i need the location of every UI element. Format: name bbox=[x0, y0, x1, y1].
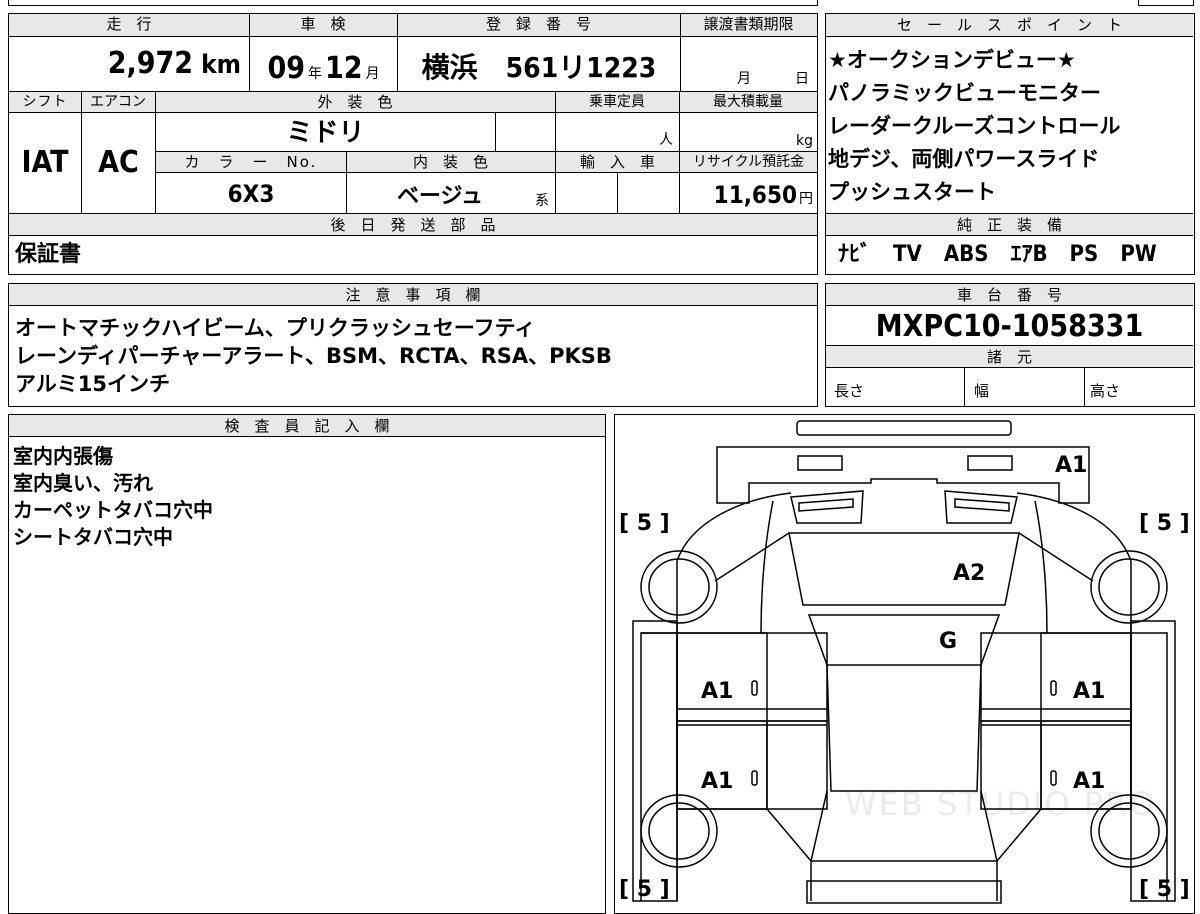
tire-rear-left-tread: [ 5 ] bbox=[619, 877, 670, 902]
top-strip-right bbox=[1138, 0, 1194, 6]
specs-header: 諸 元 bbox=[826, 346, 1193, 368]
int-color-value: ベージュ 系 bbox=[397, 184, 549, 209]
vehicle-info-box: 走 行 車 検 登 録 番 号 譲渡書類期限 2,972 km 09 年 12 月 横浜… bbox=[8, 13, 818, 275]
mileage-value: 2,972 km bbox=[107, 46, 241, 81]
transfer-deadline-header: 譲渡書類期限 bbox=[680, 14, 817, 37]
transfer-deadline-value: 月 日 bbox=[737, 71, 809, 87]
notes-header: 注 意 事 項 欄 bbox=[9, 284, 817, 306]
ext-color-header: 外 装 色 bbox=[155, 92, 555, 113]
chassis-header: 車 台 番 号 bbox=[826, 284, 1193, 306]
sales-point-line-1: ★オークションデビュー★ bbox=[828, 48, 1076, 72]
sales-points-header: セ ー ル ス ポ イ ン ト bbox=[826, 14, 1193, 37]
top-strip bbox=[8, 0, 818, 6]
ac-value: AC bbox=[98, 145, 139, 180]
import-header: 輸 入 車 bbox=[556, 152, 679, 173]
height-label: 高さ bbox=[1090, 382, 1121, 400]
registration-header: 登 録 番 号 bbox=[397, 14, 680, 37]
front-left-door-code: A1 bbox=[701, 679, 734, 704]
watermark: WEB STUDIO PRO bbox=[845, 785, 1157, 823]
ext-color-value: ミドリ bbox=[286, 118, 365, 148]
front-bumper-code: A1 bbox=[1055, 453, 1088, 478]
equipment-header: 純 正 装 備 bbox=[826, 214, 1193, 236]
recycle-value: 11,650 円 bbox=[713, 181, 813, 209]
ac-header: エアコン bbox=[81, 92, 155, 113]
sales-point-line-2: パノラミックビューモニター bbox=[828, 81, 1101, 105]
rear-left-door-code: A1 bbox=[701, 769, 734, 794]
sales-point-line-4: 地デジ、両側パワースライド bbox=[828, 147, 1100, 171]
shift-header: シフト bbox=[9, 92, 81, 113]
inspector-header: 検 査 員 記 入 欄 bbox=[9, 415, 605, 437]
capacity-value: 人 bbox=[659, 132, 673, 148]
inspector-line-1: 室内内張傷 bbox=[13, 444, 113, 468]
sales-point-line-5: プッシュスタート bbox=[828, 180, 996, 204]
maxload-value: kg bbox=[796, 133, 813, 149]
color-no-header: カ ラ ー No. bbox=[156, 152, 346, 173]
chassis-number: MXPC10-1058331 bbox=[875, 309, 1144, 344]
length-label: 長さ bbox=[834, 382, 865, 400]
shift-value: IAT bbox=[21, 145, 69, 180]
notes-line-2: レーンディパーチャーアラート、BSM、RCTA、RSA、PKSB bbox=[15, 344, 612, 368]
inspector-box: 検 査 員 記 入 欄 室内内張傷 室内臭い、汚れ カーペットタバコ穴中 シート… bbox=[8, 414, 606, 914]
sales-point-line-3: レーダークルーズコントロール bbox=[828, 114, 1121, 138]
equipment-value: ﾅﾋﾞ TV ABS ｴｱB PS PW bbox=[838, 242, 1157, 267]
front-right-door-code: A1 bbox=[1073, 679, 1106, 704]
inspection-value: 09 年 12 月 bbox=[267, 51, 380, 86]
later-parts-header: 後 日 発 送 部 品 bbox=[9, 214, 817, 236]
tire-front-right-tread: [ 5 ] bbox=[1139, 511, 1190, 536]
inspector-line-4: シートタバコ穴中 bbox=[13, 525, 173, 549]
notes-box: 注 意 事 項 欄 オートマチックハイビーム、プリクラッシュセーフティ レーンデ… bbox=[8, 283, 818, 407]
maxload-header: 最大積載量 bbox=[679, 92, 817, 113]
inspector-line-3: カーペットタバコ穴中 bbox=[13, 498, 213, 522]
later-parts-value: 保証書 bbox=[15, 242, 82, 267]
mileage-header: 走 行 bbox=[9, 14, 249, 37]
car-diagram bbox=[632, 420, 1176, 904]
sales-points-box: セ ー ル ス ポ イ ン ト ★オークションデビュー★ パノラミックビューモニ… bbox=[825, 13, 1195, 275]
color-no-value: 6X3 bbox=[227, 180, 275, 208]
inspection-header: 車 検 bbox=[249, 14, 397, 37]
tire-front-left-tread: [ 5 ] bbox=[619, 511, 670, 536]
inspector-line-2: 室内臭い、汚れ bbox=[13, 471, 153, 495]
tire-rear-right-tread: [ 5 ] bbox=[1139, 877, 1190, 902]
capacity-header: 乗車定員 bbox=[555, 92, 679, 113]
hood-code: A2 bbox=[953, 561, 986, 586]
notes-line-1: オートマチックハイビーム、プリクラッシュセーフティ bbox=[15, 316, 536, 340]
windshield-code: G bbox=[939, 629, 958, 654]
int-color-header: 内 装 色 bbox=[346, 152, 555, 173]
car-diagram-box: [ 5 ] [ 5 ] [ 5 ] [ 5 ] A1 A2 G A1 A1 A1… bbox=[614, 414, 1195, 914]
notes-line-3: アルミ15インチ bbox=[15, 372, 171, 396]
registration-number: 横浜 561リ1223 bbox=[421, 51, 657, 84]
chassis-box: 車 台 番 号 MXPC10-1058331 諸 元 長さ 幅 高さ bbox=[825, 283, 1195, 407]
width-label: 幅 bbox=[974, 382, 990, 400]
recycle-header: リサイクル預託金 bbox=[680, 152, 817, 173]
